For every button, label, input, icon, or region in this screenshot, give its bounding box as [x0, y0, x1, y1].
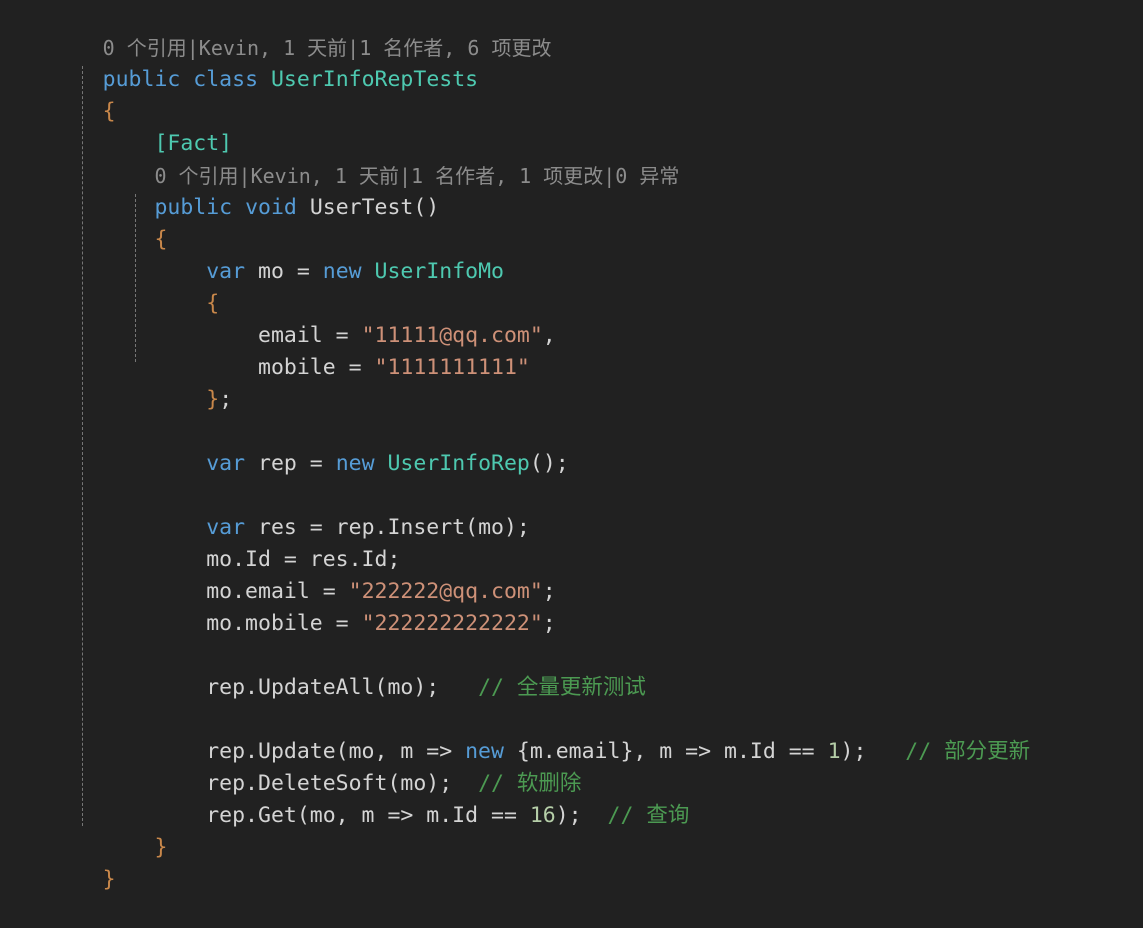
line-class-declaration: public class UserInfoRepTests	[0, 32, 1143, 92]
line-call-deletesoft: rep.DeleteSoft(mo); // 软删除	[0, 736, 1143, 796]
line-blank-3	[0, 608, 1143, 640]
line-var-res: var res = rep.Insert(mo);	[0, 480, 1143, 540]
line-initializer-close-brace: };	[206, 387, 233, 412]
line-method-declaration: public void UserTest()	[0, 160, 1143, 220]
code-editor[interactable]: 0 个引用|Kevin, 1 天前|1 名作者, 6 项更改 public cl…	[0, 0, 1143, 892]
line-initializer-open-brace: {	[0, 256, 1143, 316]
line-blank-1	[0, 384, 1143, 416]
line-method-open-brace: {	[0, 192, 1143, 252]
line-method-close-brace: }	[0, 800, 1143, 860]
line-var-rep: var rep = new UserInfoRep();	[206, 451, 569, 476]
line-call-updateall: rep.UpdateAll(mo); // 全量更新测试	[0, 640, 1143, 700]
line-init-mobile: mobile = "1111111111"	[102, 355, 530, 380]
line-blank-4	[0, 672, 1143, 704]
line-blank-2	[0, 448, 1143, 480]
line-call-update: rep.Update(mo, m => new {m.email}, m => …	[102, 739, 1031, 764]
line-init-email: email = "11111@qq.com",	[102, 323, 556, 348]
line-call-get: rep.Get(mo, m => m.Id == 16); // 查询	[102, 803, 690, 828]
code-content[interactable]: 0 个引用|Kevin, 1 天前|1 名作者, 6 项更改 public cl…	[0, 0, 1143, 892]
line-fact-attribute: [Fact]	[0, 96, 1143, 156]
line-class-open-brace: {	[0, 64, 1143, 124]
line-assign-id: mo.Id = res.Id;	[0, 512, 1143, 572]
codelens-class[interactable]: 0 个引用|Kevin, 1 天前|1 名作者, 6 项更改	[0, 0, 1143, 60]
brace-close-class: }	[102, 867, 116, 892]
line-assign-mobile: mo.mobile = "222222222222";	[102, 611, 556, 636]
line-assign-email: mo.email = "222222@qq.com";	[102, 579, 556, 604]
line-var-mo: var mo = new UserInfoMo	[206, 259, 504, 284]
line-class-close-brace: }	[0, 832, 1143, 892]
codelens-method[interactable]: 0 个引用|Kevin, 1 天前|1 名作者, 1 项更改|0 异常	[0, 128, 1143, 188]
